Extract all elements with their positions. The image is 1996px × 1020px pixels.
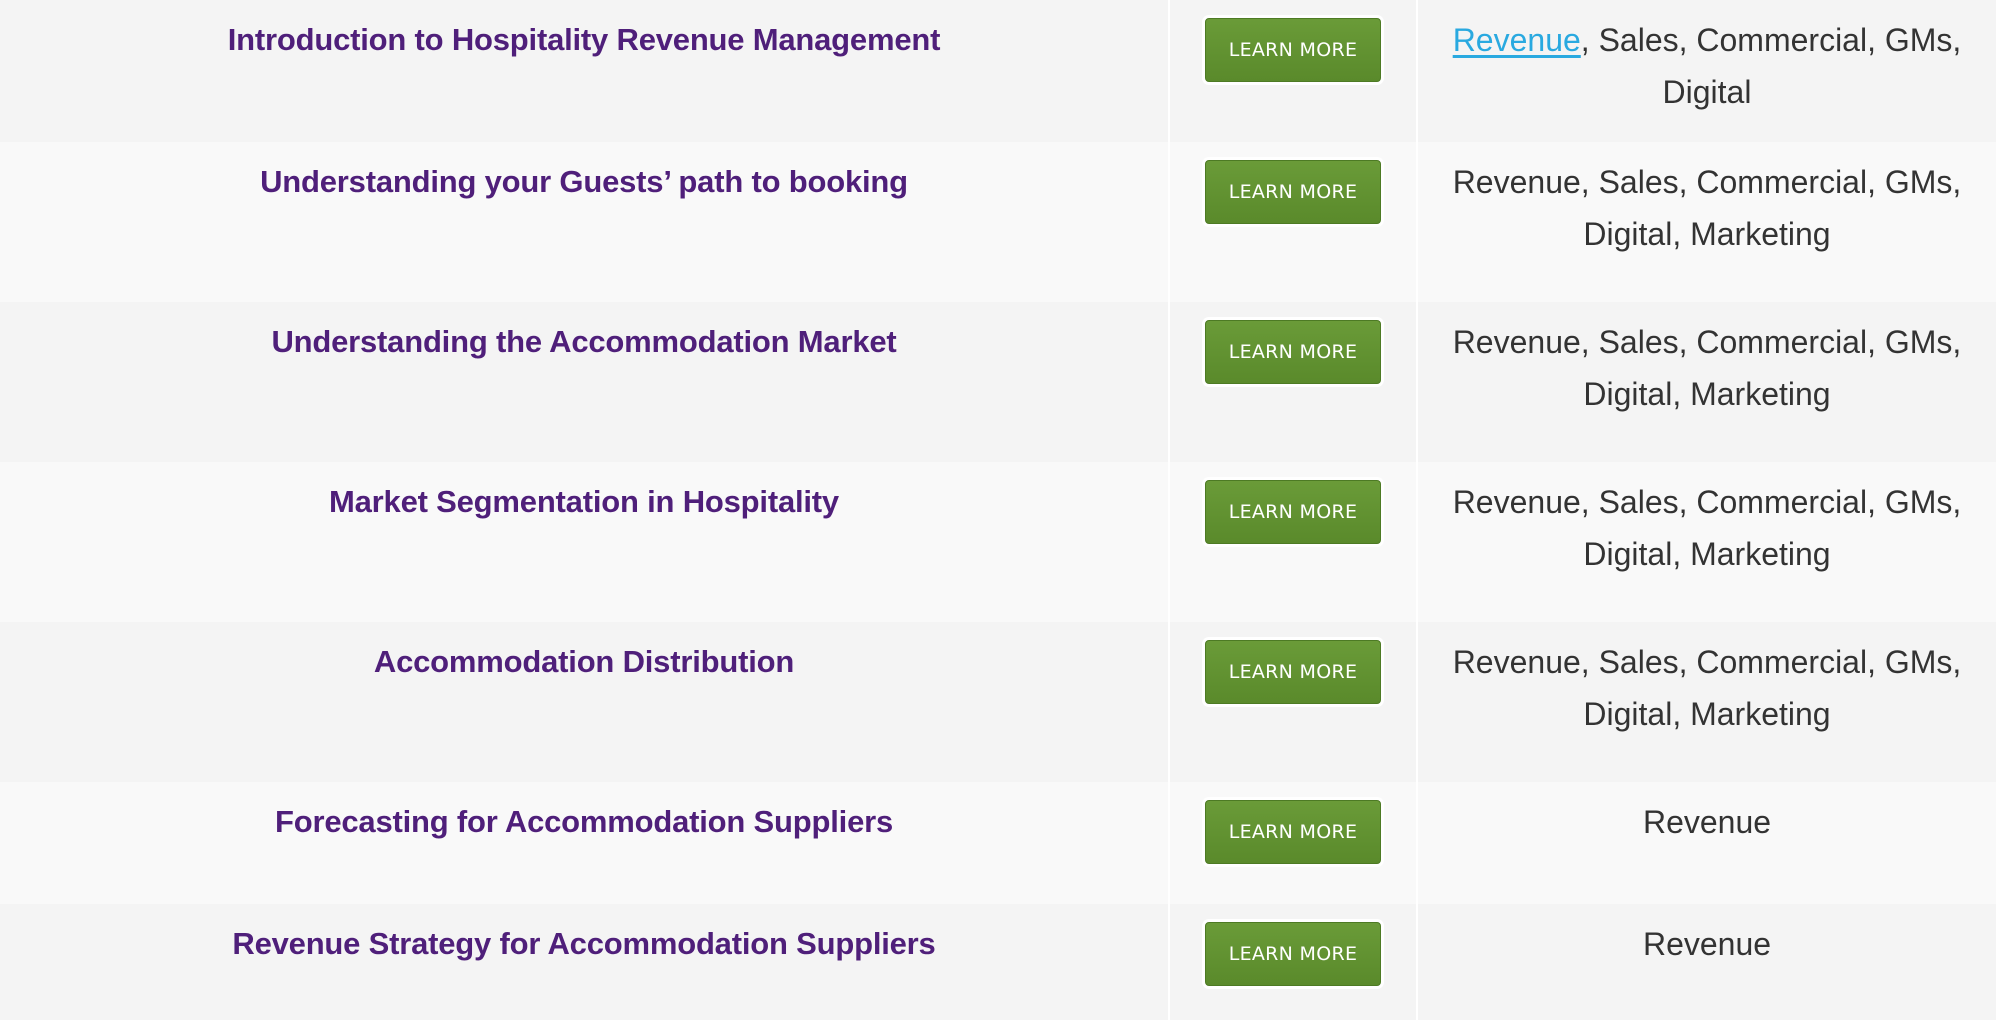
course-title-link[interactable]: Revenue Strategy for Accommodation Suppl… [232, 918, 935, 970]
audience-tags: Revenue [1642, 804, 1772, 840]
course-title-link[interactable]: Introduction to Hospitality Revenue Mana… [228, 14, 941, 66]
course-title-link[interactable]: Understanding the Accommodation Market [271, 316, 896, 368]
learn-more-button[interactable]: LEARN MORE [1205, 18, 1381, 82]
learn-more-button[interactable]: LEARN MORE [1205, 640, 1381, 704]
course-title-link[interactable]: Understanding your Guests’ path to booki… [260, 156, 908, 208]
audience-tags: Revenue, Sales, Commercial, GMs, Digital [1418, 14, 1996, 118]
audience-tags: Revenue, Sales, Commercial, GMs, Digital… [1452, 644, 1962, 732]
audience-cell: Revenue, Sales, Commercial, GMs, Digital… [1418, 302, 1996, 462]
audience-cell: Revenue, Sales, Commercial, GMs, Digital… [1418, 622, 1996, 782]
table-row: Understanding the Accommodation Market L… [0, 302, 1996, 462]
button-cell: LEARN MORE [1170, 904, 1418, 1020]
course-title-cell: Understanding your Guests’ path to booki… [0, 142, 1170, 302]
course-title-cell: Introduction to Hospitality Revenue Mana… [0, 0, 1170, 142]
courses-table: Introduction to Hospitality Revenue Mana… [0, 0, 1996, 1020]
button-cell: LEARN MORE [1170, 0, 1418, 142]
button-cell: LEARN MORE [1170, 462, 1418, 622]
course-title-cell: Accommodation Distribution [0, 622, 1170, 782]
course-title-link[interactable]: Accommodation Distribution [374, 636, 794, 688]
button-cell: LEARN MORE [1170, 302, 1418, 462]
table-row: Market Segmentation in Hospitality LEARN… [0, 462, 1996, 622]
learn-more-button[interactable]: LEARN MORE [1205, 800, 1381, 864]
audience-cell: Revenue [1418, 904, 1996, 1020]
learn-more-button[interactable]: LEARN MORE [1205, 160, 1381, 224]
audience-cell: Revenue [1418, 782, 1996, 904]
learn-more-button[interactable]: LEARN MORE [1205, 922, 1381, 986]
button-cell: LEARN MORE [1170, 622, 1418, 782]
audience-cell: Revenue, Sales, Commercial, GMs, Digital [1418, 0, 1996, 142]
table-row: Forecasting for Accommodation Suppliers … [0, 782, 1996, 904]
audience-tags-text: , Sales, Commercial, GMs, Digital [1580, 22, 1962, 110]
audience-tags: Revenue, Sales, Commercial, GMs, Digital… [1452, 484, 1962, 572]
course-title-link[interactable]: Forecasting for Accommodation Suppliers [275, 796, 893, 848]
audience-tags: Revenue, Sales, Commercial, GMs, Digital… [1452, 164, 1962, 252]
course-title-cell: Forecasting for Accommodation Suppliers [0, 782, 1170, 904]
course-title-cell: Understanding the Accommodation Market [0, 302, 1170, 462]
audience-tags: Revenue [1642, 926, 1772, 962]
button-cell: LEARN MORE [1170, 142, 1418, 302]
button-cell: LEARN MORE [1170, 782, 1418, 904]
course-title-link[interactable]: Market Segmentation in Hospitality [329, 476, 839, 528]
course-title-cell: Market Segmentation in Hospitality [0, 462, 1170, 622]
table-row: Introduction to Hospitality Revenue Mana… [0, 0, 1996, 142]
learn-more-button[interactable]: LEARN MORE [1205, 480, 1381, 544]
audience-tags: Revenue, Sales, Commercial, GMs, Digital… [1452, 324, 1962, 412]
table-row: Revenue Strategy for Accommodation Suppl… [0, 904, 1996, 1020]
audience-cell: Revenue, Sales, Commercial, GMs, Digital… [1418, 462, 1996, 622]
table-row: Understanding your Guests’ path to booki… [0, 142, 1996, 302]
revenue-tag-link[interactable]: Revenue [1453, 22, 1581, 58]
course-title-cell: Revenue Strategy for Accommodation Suppl… [0, 904, 1170, 1020]
table-row: Accommodation Distribution LEARN MORE Re… [0, 622, 1996, 782]
audience-cell: Revenue, Sales, Commercial, GMs, Digital… [1418, 142, 1996, 302]
learn-more-button[interactable]: LEARN MORE [1205, 320, 1381, 384]
